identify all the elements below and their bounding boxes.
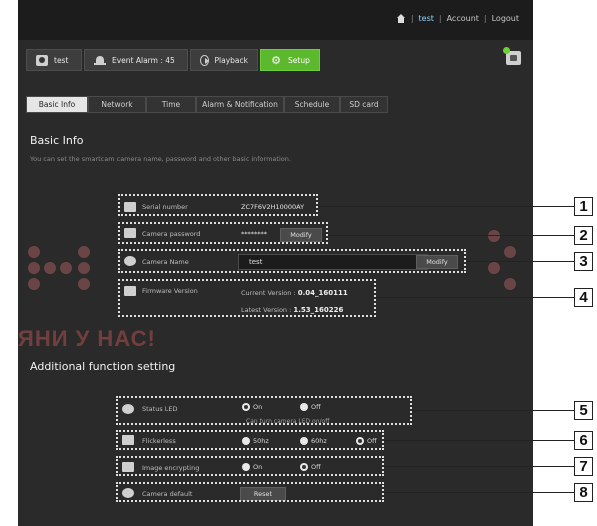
callout-number-8: 8 — [574, 483, 593, 502]
callout-number-1: 1 — [574, 197, 593, 216]
separator: | — [410, 14, 414, 23]
watermark-dot — [504, 278, 516, 290]
watermark-dot — [78, 262, 90, 274]
watermark-dot — [488, 230, 500, 242]
logout-link[interactable]: Logout — [492, 14, 519, 23]
playback-label: Playback — [214, 55, 248, 65]
leader-line-3 — [466, 261, 574, 262]
camera-nav-label: test — [54, 55, 69, 65]
callout-number-6: 6 — [574, 431, 593, 450]
separator: | — [438, 14, 442, 23]
watermark-dot — [60, 262, 72, 274]
callout-number-5: 5 — [574, 401, 593, 420]
watermark-dot — [28, 246, 40, 258]
basic-info-title: Basic Info — [30, 134, 84, 147]
callout-box-4 — [118, 279, 376, 317]
main-nav: test Event Alarm : 45 Playback ⚙ Setup — [26, 49, 320, 71]
callout-number-3: 3 — [574, 252, 593, 271]
callout-box-7 — [116, 456, 384, 476]
leader-line-6 — [384, 440, 574, 441]
account-link[interactable]: Account — [447, 14, 479, 23]
callout-number-4: 4 — [574, 288, 593, 307]
callout-box-5 — [116, 396, 412, 425]
additional-settings-title: Additional function setting — [30, 360, 176, 373]
callout-box-1 — [118, 194, 318, 216]
leader-line-4 — [376, 297, 574, 298]
leader-line-8 — [384, 492, 574, 493]
tab-time[interactable]: Time — [146, 96, 196, 113]
callout-number-7: 7 — [574, 457, 593, 476]
camera-nav-button[interactable]: test — [26, 49, 82, 71]
callout-number-2: 2 — [574, 226, 593, 245]
watermark-dot — [488, 262, 500, 274]
setup-label: Setup — [288, 55, 310, 65]
event-alarm-button[interactable]: Event Alarm : 45 — [84, 49, 188, 71]
watermark-dot — [78, 278, 90, 290]
watermark-dot — [504, 246, 516, 258]
camera-icon — [36, 54, 48, 66]
callout-box-3 — [118, 249, 466, 273]
watermark-text: ЯНИ У НАС! — [18, 326, 156, 351]
setup-button[interactable]: ⚙ Setup — [260, 49, 320, 71]
top-links: | test | Account | Logout — [396, 14, 519, 23]
watermark-dot — [44, 262, 56, 274]
tab-schedule[interactable]: Schedule — [284, 96, 340, 113]
tab-sd-card[interactable]: SD card — [340, 96, 388, 113]
callout-box-8 — [116, 482, 384, 502]
event-alarm-label: Event Alarm : 45 — [112, 55, 175, 65]
user-link[interactable]: test — [419, 14, 434, 23]
gear-icon: ⚙ — [271, 53, 281, 67]
leader-line-5 — [412, 410, 574, 411]
home-icon[interactable] — [396, 14, 406, 23]
watermark-dot — [28, 278, 40, 290]
playback-button[interactable]: Playback — [190, 49, 258, 71]
settings-tabs: Basic Info Network Time Alarm & Notifica… — [26, 96, 388, 113]
smartcam-web-viewer: | test | Account | Logout test Event Ala… — [18, 0, 533, 526]
tab-basic-info[interactable]: Basic Info — [26, 96, 88, 113]
tab-network[interactable]: Network — [88, 96, 146, 113]
separator: | — [483, 14, 487, 23]
alarm-icon — [94, 55, 106, 66]
leader-line-1 — [318, 206, 574, 207]
leader-line-2 — [328, 235, 574, 236]
watermark-dot — [78, 246, 90, 258]
basic-info-description: You can set the smartcam camera name, pa… — [30, 155, 291, 163]
top-bar: | test | Account | Logout — [18, 0, 533, 40]
callout-box-2 — [118, 222, 328, 244]
callout-box-6 — [116, 430, 384, 450]
watermark-dot — [28, 262, 40, 274]
play-icon — [200, 54, 209, 66]
tab-alarm-notification[interactable]: Alarm & Notification — [196, 96, 284, 113]
leader-line-7 — [384, 466, 574, 467]
camera-status-icon[interactable] — [503, 47, 521, 65]
